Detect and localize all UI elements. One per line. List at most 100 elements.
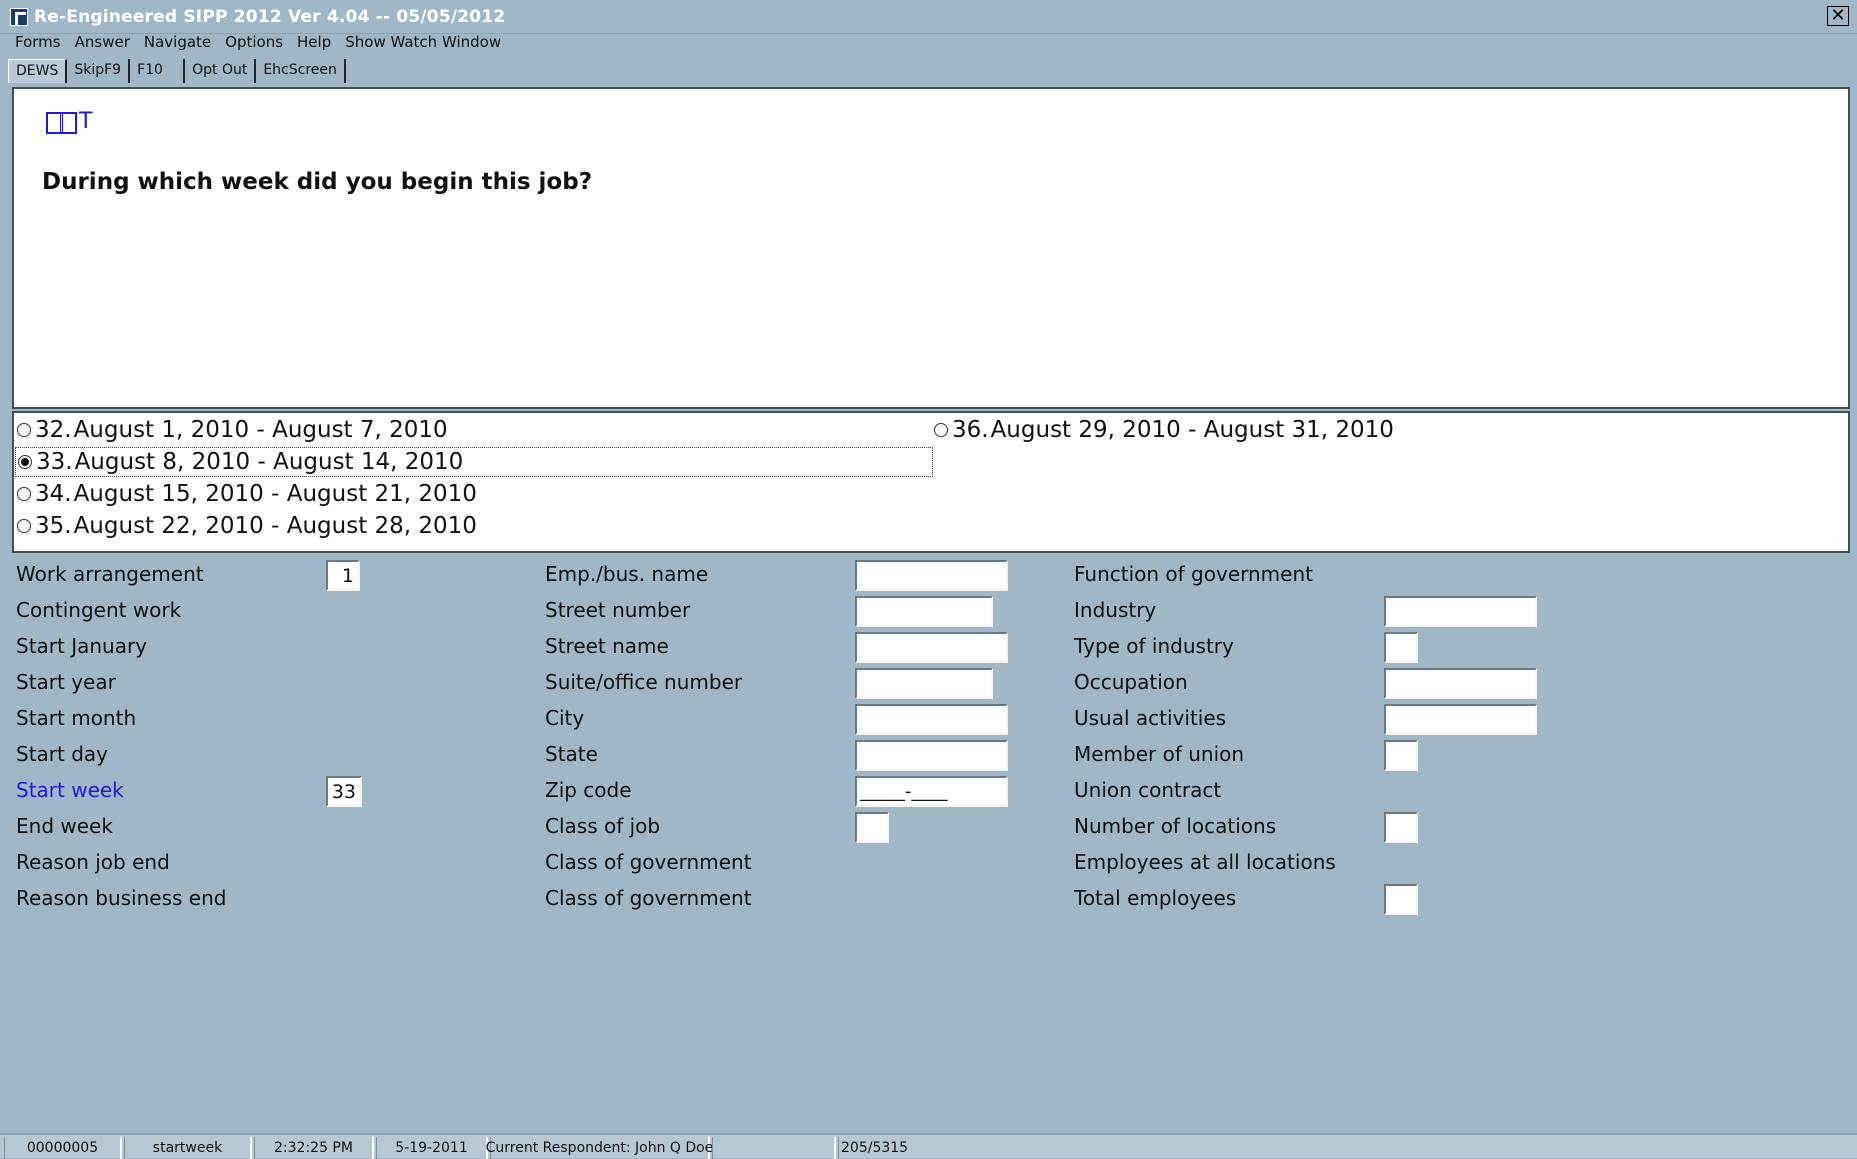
label-employees-at-all-locations: Employees at all locations xyxy=(1074,850,1336,874)
field-number-of-locations[interactable] xyxy=(1384,812,1418,843)
label-work-arrangement: Work arrangement xyxy=(16,562,204,586)
answer-option-label: August 29, 2010 - August 31, 2010 xyxy=(990,417,1394,443)
answer-option-number: 35. xyxy=(35,513,72,539)
answer-option-number: 33. xyxy=(36,449,73,475)
radio-icon[interactable] xyxy=(17,423,31,437)
answer-option-label: August 1, 2010 - August 7, 2010 xyxy=(73,417,448,443)
label-class-of-job: Class of job xyxy=(545,814,661,838)
field-work-arrangement[interactable]: 1 xyxy=(326,560,360,591)
label-usual-activities: Usual activities xyxy=(1074,706,1227,730)
radio-icon[interactable] xyxy=(934,423,948,437)
radio-icon[interactable] xyxy=(17,487,31,501)
answer-option-label: August 15, 2010 - August 21, 2010 xyxy=(73,481,477,507)
answer-option-34[interactable]: 34. August 15, 2010 - August 21, 2010 xyxy=(17,479,477,509)
answer-option-36[interactable]: 36. August 29, 2010 - August 31, 2010 xyxy=(934,415,1394,445)
menu-navigate[interactable]: Navigate xyxy=(137,33,218,51)
close-button[interactable]: ✕ xyxy=(1827,6,1849,26)
label-street-number: Street number xyxy=(545,598,691,622)
field-member-of-union[interactable] xyxy=(1384,740,1418,771)
app-icon xyxy=(10,7,28,26)
tab-skipf9[interactable]: SkipF9 xyxy=(67,59,131,83)
label-occupation: Occupation xyxy=(1074,670,1188,694)
label-reason-business-end: Reason business end xyxy=(16,886,227,910)
radio-icon[interactable] xyxy=(17,519,31,533)
field-total-employees[interactable] xyxy=(1384,884,1418,915)
label-zip-code: Zip code xyxy=(545,778,632,802)
label-end-week: End week xyxy=(16,814,113,838)
question-text: During which week did you begin this job… xyxy=(42,169,593,195)
menu-forms[interactable]: Forms xyxy=(8,33,68,51)
label-class-of-government-1: Class of government xyxy=(545,850,752,874)
label-state: State xyxy=(545,742,598,766)
label-start-january: Start January xyxy=(16,634,148,658)
label-city: City xyxy=(545,706,585,730)
label-street-name: Street name xyxy=(545,634,669,658)
label-type-of-industry: Type of industry xyxy=(1074,634,1234,658)
status-blank xyxy=(712,1137,836,1159)
label-number-of-locations: Number of locations xyxy=(1074,814,1277,838)
answer-option-35[interactable]: 35. August 22, 2010 - August 28, 2010 xyxy=(17,511,477,541)
status-respondent: Current Respondent: John Q Doe xyxy=(486,1137,713,1159)
book-icon[interactable] xyxy=(44,110,78,134)
radio-selected-icon[interactable] xyxy=(18,455,32,469)
status-field-name: startweek xyxy=(124,1137,252,1159)
field-type-of-industry[interactable] xyxy=(1384,632,1418,663)
menu-show-watch-window[interactable]: Show Watch Window xyxy=(338,33,508,51)
answer-option-number: 34. xyxy=(35,481,72,507)
label-member-of-union: Member of union xyxy=(1074,742,1245,766)
status-bar: 00000005 startweek 2:32:25 PM 5-19-2011 … xyxy=(0,1133,1857,1159)
label-function-of-government: Function of government xyxy=(1074,562,1313,586)
label-start-month: Start month xyxy=(16,706,137,730)
tab-opt-out[interactable]: Opt Out xyxy=(185,59,257,83)
field-occupation[interactable] xyxy=(1384,668,1537,699)
status-progress: 205/5315 xyxy=(838,1137,908,1159)
label-start-day: Start day xyxy=(16,742,109,766)
window-title: Re-Engineered SIPP 2012 Ver 4.04 -- 05/0… xyxy=(34,6,506,27)
question-icons: T xyxy=(44,109,92,134)
app-window: Re-Engineered SIPP 2012 Ver 4.04 -- 05/0… xyxy=(0,0,1857,1159)
menu-answer[interactable]: Answer xyxy=(68,33,137,51)
field-industry[interactable] xyxy=(1384,596,1537,627)
answer-option-number: 36. xyxy=(952,417,989,443)
answer-pane: 32. August 1, 2010 - August 7, 2010 33. … xyxy=(12,411,1850,553)
answer-option-32[interactable]: 32. August 1, 2010 - August 7, 2010 xyxy=(17,415,448,445)
label-start-week: Start week xyxy=(16,778,124,802)
tab-ehcscreen[interactable]: EhcScreen xyxy=(256,59,346,83)
data-grid: Work arrangement Contingent work Start J… xyxy=(12,558,1850,1128)
field-zip-code[interactable]: _____-____ xyxy=(855,776,1008,807)
field-suite-office-number[interactable] xyxy=(855,668,993,699)
field-class-of-job[interactable] xyxy=(855,812,889,843)
status-date: 5-19-2011 xyxy=(376,1137,488,1159)
answer-option-number: 32. xyxy=(35,417,72,443)
t-icon[interactable]: T xyxy=(79,109,92,134)
menu-help[interactable]: Help xyxy=(290,33,338,51)
question-pane: T During which week did you begin this j… xyxy=(12,87,1850,409)
menu-bar: Forms Answer Navigate Options Help Show … xyxy=(0,30,1857,54)
label-reason-job-end: Reason job end xyxy=(16,850,170,874)
field-emp-bus-name[interactable] xyxy=(855,560,1008,591)
answer-option-33[interactable]: 33. August 8, 2010 - August 14, 2010 xyxy=(15,447,933,477)
label-union-contract: Union contract xyxy=(1074,778,1222,802)
title-bar: Re-Engineered SIPP 2012 Ver 4.04 -- 05/0… xyxy=(0,0,1857,34)
label-contingent-work: Contingent work xyxy=(16,598,182,622)
field-start-week[interactable]: 33 xyxy=(326,776,362,807)
field-street-number[interactable] xyxy=(855,596,993,627)
field-usual-activities[interactable] xyxy=(1384,704,1537,735)
answer-option-label: August 22, 2010 - August 28, 2010 xyxy=(73,513,477,539)
label-industry: Industry xyxy=(1074,598,1157,622)
tab-f10[interactable]: F10 xyxy=(130,59,186,83)
status-time: 2:32:25 PM xyxy=(254,1137,374,1159)
menu-options[interactable]: Options xyxy=(218,33,290,51)
label-emp-bus-name: Emp./bus. name xyxy=(545,562,709,586)
tab-bar: DEWS SkipF9 F10 Opt Out EhcScreen xyxy=(8,57,346,83)
answer-option-label: August 8, 2010 - August 14, 2010 xyxy=(74,449,464,475)
label-class-of-government-2: Class of government xyxy=(545,886,752,910)
field-state[interactable] xyxy=(855,740,1008,771)
field-city[interactable] xyxy=(855,704,1008,735)
status-case-id: 00000005 xyxy=(4,1137,122,1159)
label-total-employees: Total employees xyxy=(1074,886,1237,910)
field-street-name[interactable] xyxy=(855,632,1008,663)
label-start-year: Start year xyxy=(16,670,116,694)
tab-dews[interactable]: DEWS xyxy=(8,59,68,83)
label-suite-office-number: Suite/office number xyxy=(545,670,743,694)
